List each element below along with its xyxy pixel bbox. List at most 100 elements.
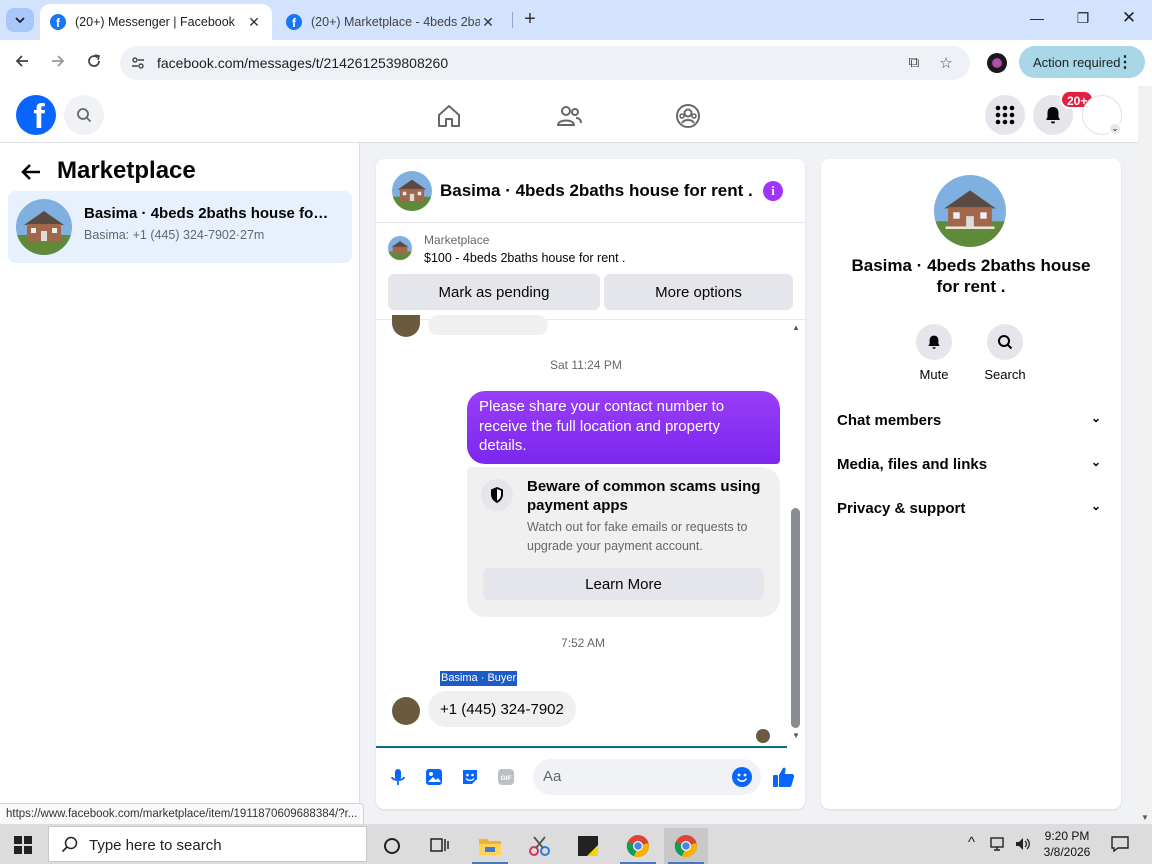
page-title: Marketplace bbox=[57, 157, 196, 184]
chat-avatar[interactable] bbox=[392, 171, 432, 211]
taskbar-file-explorer[interactable] bbox=[468, 828, 512, 864]
conversation-name: Basima · 4beds 2baths house for r... bbox=[84, 205, 334, 222]
search-conversation-button[interactable]: Search bbox=[975, 324, 1035, 382]
taskbar-sticky-notes[interactable] bbox=[566, 828, 610, 864]
scroll-up-icon[interactable]: ▲ bbox=[792, 323, 800, 332]
microphone-icon[interactable] bbox=[388, 767, 408, 787]
install-app-icon[interactable]: ⧉ bbox=[905, 54, 923, 72]
listing-thumbnail[interactable] bbox=[388, 236, 412, 260]
message-input[interactable]: Aa bbox=[533, 759, 761, 795]
new-tab-button[interactable]: + bbox=[520, 9, 540, 30]
system-clock[interactable]: 9:20 PM 3/8/2026 bbox=[1034, 828, 1100, 860]
friends-icon[interactable] bbox=[555, 102, 583, 130]
sender-label: Basima · Buyer bbox=[440, 671, 518, 686]
chevron-down-icon: ⌄ bbox=[1090, 411, 1101, 425]
message-bubble-partial bbox=[428, 315, 548, 335]
scroll-down-icon[interactable]: ▼ bbox=[792, 731, 800, 740]
tab-marketplace[interactable]: f (20+) Marketplace - 4beds 2bat ✕ bbox=[276, 4, 506, 40]
chat-members-section[interactable]: Chat members ⌄ bbox=[837, 411, 1105, 429]
chat-title[interactable]: Basima · 4beds 2baths house for rent . bbox=[440, 181, 753, 201]
section-label: Media, files and links bbox=[837, 456, 988, 473]
taskbar-chrome-2[interactable] bbox=[664, 828, 708, 864]
home-icon[interactable] bbox=[435, 102, 463, 130]
chevron-down-icon: ⌄ bbox=[1090, 455, 1101, 469]
seen-indicator-avatar bbox=[756, 729, 770, 743]
notification-center-icon[interactable] bbox=[1111, 835, 1129, 853]
privacy-support-section[interactable]: Privacy & support ⌄ bbox=[837, 499, 1105, 517]
chevron-down-icon: ⌄ bbox=[1090, 499, 1101, 513]
arrow-left-icon[interactable] bbox=[20, 161, 42, 183]
network-icon[interactable] bbox=[990, 836, 1008, 852]
emoji-icon[interactable] bbox=[732, 767, 752, 787]
url-text: facebook.com/messages/t/2142612539808260 bbox=[157, 55, 449, 71]
arrow-left-icon bbox=[15, 55, 28, 67]
gif-icon[interactable]: GIF bbox=[496, 767, 516, 787]
facebook-header: f 20+ ⌄ bbox=[0, 86, 1138, 143]
contact-avatar[interactable] bbox=[934, 175, 1006, 247]
extension-icon[interactable] bbox=[987, 53, 1007, 73]
mute-button[interactable]: Mute bbox=[904, 324, 964, 382]
close-window-button[interactable]: ✕ bbox=[1119, 8, 1139, 28]
svg-text:GIF: GIF bbox=[501, 775, 512, 782]
menu-grid-button[interactable] bbox=[985, 95, 1025, 135]
facebook-search-button[interactable] bbox=[64, 95, 104, 135]
conversation-preview: Basima: +1 (445) 324-7902·27m bbox=[84, 228, 265, 242]
facebook-favicon-icon: f bbox=[286, 14, 302, 30]
message-composer: GIF Aa bbox=[376, 755, 805, 799]
more-options-button[interactable]: More options bbox=[604, 274, 793, 310]
media-files-links-section[interactable]: Media, files and links ⌄ bbox=[837, 455, 1105, 473]
section-label: Privacy & support bbox=[837, 500, 966, 517]
show-hidden-icons-chevron-icon[interactable]: ^ bbox=[968, 834, 975, 851]
contact-name: Basima · 4beds 2baths house for rent . bbox=[851, 256, 1091, 296]
mark-as-pending-button[interactable]: Mark as pending bbox=[388, 274, 600, 310]
scissors-icon bbox=[529, 836, 550, 856]
maximize-window-button[interactable]: ❐ bbox=[1073, 10, 1093, 27]
timestamp: 7:52 AM bbox=[561, 636, 606, 650]
close-tab-icon[interactable]: ✕ bbox=[480, 14, 496, 31]
taskbar-chrome-1[interactable] bbox=[616, 828, 660, 864]
minimize-window-button[interactable]: — bbox=[1027, 10, 1047, 26]
tab-messenger[interactable]: f (20+) Messenger | Facebook ✕ bbox=[40, 4, 272, 40]
chevron-down-icon bbox=[15, 17, 25, 24]
reload-icon bbox=[88, 54, 100, 67]
scrollbar-thumb[interactable] bbox=[791, 508, 800, 728]
task-view-button[interactable] bbox=[418, 828, 462, 864]
facebook-logo[interactable]: f bbox=[16, 95, 56, 135]
learn-more-button[interactable]: Learn More bbox=[483, 568, 764, 600]
windows-start-icon[interactable] bbox=[14, 836, 32, 854]
conversation-list-item[interactable]: Basima · 4beds 2baths house for r... Bas… bbox=[8, 191, 352, 263]
cortana-button[interactable] bbox=[370, 828, 414, 864]
cortana-circle-icon bbox=[384, 838, 400, 854]
back-button[interactable] bbox=[11, 52, 33, 74]
chat-header: Basima · 4beds 2baths house for rent . i bbox=[376, 159, 805, 223]
tab-separator bbox=[512, 12, 513, 28]
incoming-message[interactable]: +1 (445) 324-7902 bbox=[428, 691, 576, 727]
outgoing-message[interactable]: Please share your contact number to rece… bbox=[467, 391, 780, 464]
reload-button[interactable] bbox=[83, 52, 105, 74]
chevron-down-icon[interactable]: ⌄ bbox=[1108, 122, 1122, 136]
bookmark-star-icon[interactable]: ☆ bbox=[937, 54, 955, 72]
thumbs-up-icon[interactable] bbox=[772, 765, 796, 789]
composer-divider bbox=[376, 746, 787, 748]
site-info-icon[interactable] bbox=[130, 55, 146, 71]
search-icon bbox=[61, 836, 78, 853]
photo-icon[interactable] bbox=[424, 767, 444, 787]
listing-description[interactable]: $100 - 4beds 2baths house for rent . bbox=[424, 251, 626, 265]
action-required-label: Action required bbox=[1033, 54, 1121, 70]
tab-search-button[interactable] bbox=[6, 8, 34, 32]
groups-icon[interactable] bbox=[674, 102, 702, 130]
chat-scrollbar[interactable]: ▲ ▼ bbox=[789, 321, 805, 746]
sender-avatar[interactable] bbox=[392, 697, 420, 725]
taskbar-snipping-tool[interactable] bbox=[518, 828, 562, 864]
action-required-button[interactable]: Action required ⋮ bbox=[1019, 46, 1145, 78]
taskbar-search-box[interactable]: Type here to search bbox=[48, 826, 367, 862]
link-status-bar: https://www.facebook.com/marketplace/ite… bbox=[0, 803, 365, 824]
sticker-icon[interactable] bbox=[460, 767, 480, 787]
info-icon[interactable]: i bbox=[763, 181, 783, 201]
address-bar[interactable]: facebook.com/messages/t/2142612539808260… bbox=[120, 46, 970, 80]
arrow-right-icon bbox=[52, 55, 65, 67]
forward-button[interactable] bbox=[47, 52, 69, 74]
close-tab-icon[interactable]: ✕ bbox=[246, 14, 262, 31]
page-scrollbar[interactable]: ▼ bbox=[1138, 86, 1152, 824]
volume-icon[interactable] bbox=[1014, 836, 1032, 852]
